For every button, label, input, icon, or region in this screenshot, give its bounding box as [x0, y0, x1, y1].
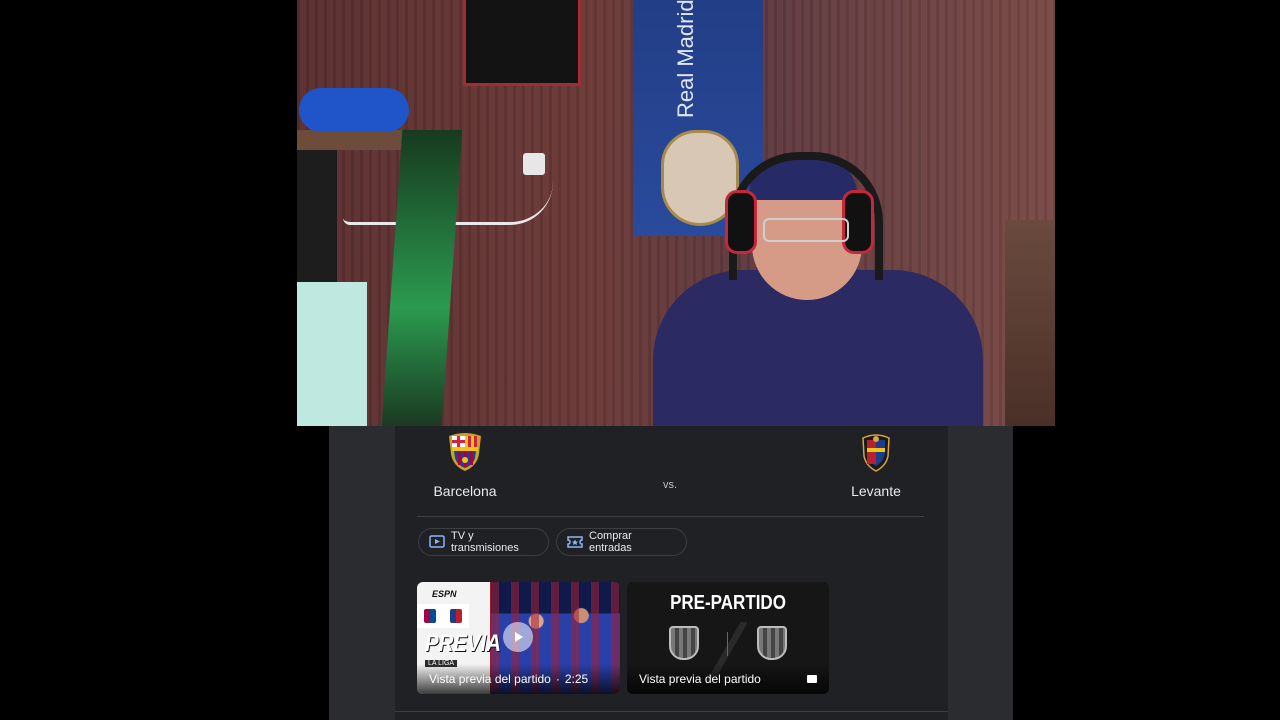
game-controller-icon: [299, 88, 409, 132]
away-team[interactable]: Levante: [826, 432, 926, 499]
caption-separator: ·: [555, 672, 560, 686]
webcam-feed: Real Madrid: [297, 0, 1055, 426]
video-thumbnail-previa[interactable]: ESPN PREVIA LA LIGA Vista previa del par…: [417, 582, 620, 694]
vs-label: vs.: [663, 479, 678, 491]
video-title: Vista previa del partido: [639, 672, 761, 686]
chair: [1005, 220, 1055, 426]
away-team-name: Levante: [851, 483, 901, 499]
crest-separator: [727, 632, 728, 656]
divider: [417, 516, 924, 517]
levante-mono-crest-icon: [757, 626, 787, 660]
barcelona-mono-crest-icon: [669, 626, 699, 660]
tv-play-icon: [429, 535, 445, 548]
wall-socket: [523, 153, 545, 175]
previa-overlay-text: PREVIA: [425, 630, 501, 657]
video-badge-icon: [807, 675, 817, 683]
levante-crest-icon: [862, 434, 890, 472]
team-badges: [417, 604, 469, 628]
video-caption: Vista previa del partido: [627, 664, 829, 694]
buy-tickets-button[interactable]: Comprar entradas: [556, 528, 687, 556]
bottom-divider: [395, 711, 948, 712]
home-team-name: Barcelona: [433, 483, 497, 499]
match-card: Barcelona vs. Levante TV y transmisiones: [395, 426, 948, 720]
ticket-icon: [567, 536, 583, 548]
barcelona-crest-icon: [449, 433, 481, 471]
video-caption: Vista previa del partido · 2:25: [417, 664, 620, 694]
buy-tickets-label: Comprar entradas: [589, 530, 632, 554]
video-title: Vista previa del partido: [429, 672, 551, 686]
tv-broadcast-button[interactable]: TV y transmisiones: [418, 528, 549, 556]
search-results-panel: Barcelona vs. Levante TV y transmisiones: [329, 426, 1013, 720]
play-icon[interactable]: [503, 622, 533, 652]
video-duration: 2:25: [564, 672, 589, 686]
headset-ear-left: [725, 190, 757, 254]
espn-logo: ESPN: [432, 589, 457, 599]
prepartido-overlay-text: PRE-PARTIDO: [670, 592, 786, 614]
wall-tv: [463, 0, 581, 86]
glasses: [763, 218, 849, 242]
tv-broadcast-label: TV y transmisiones: [451, 530, 519, 554]
home-team[interactable]: Barcelona: [415, 432, 515, 499]
barcelona-mini-crest-icon: [424, 609, 436, 623]
flag-text: Real Madrid: [673, 0, 698, 118]
pc-case: [297, 282, 367, 426]
levante-mini-crest-icon: [450, 609, 462, 623]
video-thumbnail-prepartido[interactable]: PRE-PARTIDO Vista previa del partido: [627, 582, 829, 694]
